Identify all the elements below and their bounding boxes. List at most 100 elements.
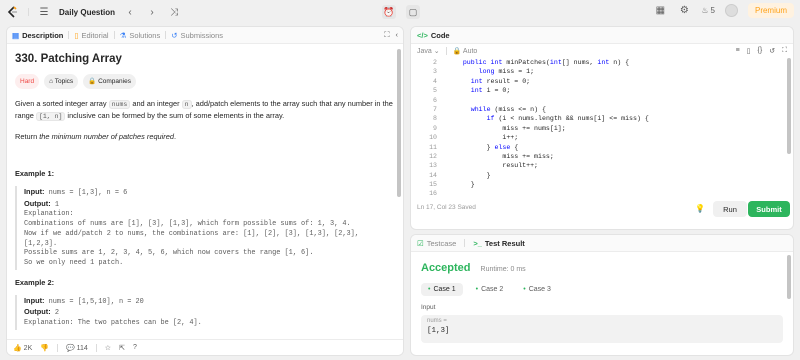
topics-button[interactable]: ⌂ Topics [44, 74, 79, 89]
problem-description: 330. Patching Array Hard ⌂ Topics 🔒 Comp… [7, 44, 403, 330]
code-header-title: Code [430, 30, 450, 40]
problem-tags: Hard ⌂ Topics 🔒 Companies [15, 74, 395, 89]
result-scrollbar[interactable] [787, 255, 791, 299]
line-number: 3 [433, 68, 437, 76]
help-icon[interactable]: ? [133, 344, 137, 351]
tab-test-result[interactable]: >_ Test Result [473, 239, 524, 248]
chevron-down-icon: ⌄ [433, 48, 440, 55]
pass-dot-icon: • [475, 286, 479, 293]
line-number: 2 [433, 59, 437, 66]
tab-submissions[interactable]: ↺ Submissions [171, 31, 223, 40]
problem-list-icon[interactable]: ☰ [37, 5, 51, 19]
line-number: 11 [429, 143, 437, 151]
shuffle-icon[interactable]: ⤨ [167, 5, 181, 19]
result-panel: ☑ Testcase >_ Test Result Accepted Runti… [410, 234, 794, 356]
maximize-icon[interactable]: ⛶ [782, 47, 787, 55]
book-icon: ▯ [74, 30, 79, 40]
line-number: 15 [429, 181, 437, 189]
daily-question-title[interactable]: Daily Question [59, 8, 115, 17]
language-select[interactable]: Java ⌄ [417, 47, 440, 55]
streak-counter[interactable]: ♨ 5 [701, 6, 715, 15]
line-number: 14 [429, 171, 437, 179]
tab-testcase[interactable]: ☑ Testcase [417, 239, 456, 248]
code-line[interactable]: miss += miss; [447, 152, 649, 161]
premium-button[interactable]: Premium [747, 3, 794, 18]
tab-solutions[interactable]: ⚗ Solutions [120, 31, 161, 40]
avatar[interactable] [724, 4, 738, 17]
checkbox-icon: ☑ [417, 238, 424, 248]
alarm-clock-icon[interactable]: ⏰ [382, 5, 396, 19]
line-number: 4 [433, 77, 437, 85]
code-line[interactable] [447, 189, 649, 198]
companies-button[interactable]: 🔒 Companies [83, 74, 136, 89]
code-lines[interactable]: public int minPatches(int[] nums, int n)… [447, 58, 649, 198]
favorite-star-icon[interactable]: ☆ [105, 344, 111, 352]
top-bar-right: ▦ ⚙ ♨ 5 Premium [653, 3, 794, 18]
code-line[interactable]: miss += nums[i]; [447, 124, 649, 133]
comments-button[interactable]: 💬 114 [66, 344, 88, 352]
maximize-icon[interactable]: ⛶ [384, 30, 389, 40]
verdict-row: Accepted Runtime: 0 ms [411, 252, 793, 274]
pass-dot-icon: • [428, 286, 431, 293]
code-line[interactable]: int result = 0; [447, 77, 649, 86]
input-value-box: nums = [1,3] [421, 315, 783, 343]
line-numbers: 2 3 4 5 6 7 8 9 10 11 12 13 14 15 16 [411, 58, 437, 198]
top-bar: ☰ Daily Question ‹ › ⤨ ⏰ ▢ ▦ ⚙ ♨ 5 Premi… [0, 0, 800, 24]
auto-mode-toggle[interactable]: 🔒 Auto [453, 47, 478, 55]
tab-editorial[interactable]: ▯ Editorial [74, 31, 108, 40]
code-line[interactable]: if (i < nums.length && nums[i] <= miss) … [447, 114, 649, 123]
top-bar-left: ☰ Daily Question ‹ › ⤨ [6, 5, 181, 19]
divider [445, 47, 447, 55]
chevron-right-icon[interactable]: › [145, 5, 159, 19]
case-tab-2[interactable]: • Case 2 [469, 283, 511, 296]
braces-icon[interactable]: {} [758, 47, 763, 55]
divider [165, 31, 167, 39]
line-number: 7 [433, 105, 437, 113]
run-button[interactable]: Run [713, 201, 747, 217]
example-2-box: Input: nums = [1,5,10], n = 20 Output: 2… [15, 294, 395, 330]
share-icon[interactable]: ⇱ [119, 344, 125, 352]
code-line[interactable]: result++; [447, 161, 649, 170]
case-tab-1[interactable]: • Case 1 [421, 283, 463, 296]
code-line[interactable]: } [447, 171, 649, 180]
note-icon[interactable]: ▢ [406, 5, 420, 19]
divider [56, 343, 58, 352]
code-line[interactable]: int i = 0; [447, 86, 649, 95]
code-line[interactable]: while (miss <= n) { [447, 105, 649, 114]
leetcode-logo-icon[interactable] [6, 5, 20, 19]
submit-button[interactable]: Submit [748, 201, 790, 217]
code-editor[interactable]: 2 3 4 5 6 7 8 9 10 11 12 13 14 15 16 public int minPat… [411, 58, 793, 198]
case-tab-3[interactable]: • Case 3 [516, 283, 558, 296]
example-1-box: Input: nums = [1,3], n = 6 Output: 1 Exp… [15, 186, 395, 270]
layout-grid-icon[interactable]: ▦ [653, 4, 667, 18]
code-line[interactable] [447, 96, 649, 105]
code-line[interactable]: public int minPatches(int[] nums, int n)… [447, 58, 649, 67]
bookmark-icon[interactable]: ▯ [747, 47, 751, 55]
problem-title: 330. Patching Array [15, 53, 122, 65]
thumbs-up-icon: 👍 [13, 344, 22, 352]
editor-scrollbar[interactable] [787, 58, 791, 154]
line-number: 8 [433, 115, 437, 123]
code-line[interactable]: i++; [447, 133, 649, 142]
line-number: 16 [429, 190, 437, 198]
tab-description[interactable]: ▤ Description [12, 31, 63, 40]
description-scrollbar[interactable] [397, 49, 401, 197]
verdict-text: Accepted [421, 262, 471, 274]
top-bar-center: ⏰ ▢ [382, 5, 420, 19]
collapse-icon[interactable]: ‹ [396, 30, 399, 40]
dislike-button[interactable]: 👎 [40, 344, 49, 352]
format-icon[interactable]: ≡ [736, 47, 740, 55]
description-footer: 👍 2K 👎 💬 114 ☆ ⇱ ? [7, 339, 403, 355]
lightbulb-icon[interactable]: 💡 [695, 204, 705, 213]
line-number: 10 [429, 134, 437, 142]
history-icon: ↺ [171, 30, 178, 40]
code-line[interactable]: } else { [447, 143, 649, 152]
code-line[interactable]: long miss = 1; [447, 67, 649, 76]
pass-dot-icon: • [523, 286, 526, 293]
chevron-left-icon[interactable]: ‹ [123, 5, 137, 19]
code-line[interactable]: } [447, 180, 649, 189]
reset-icon[interactable]: ↺ [769, 47, 775, 55]
gear-icon[interactable]: ⚙ [677, 4, 691, 18]
terminal-icon: >_ [473, 238, 482, 248]
like-button[interactable]: 👍 2K [13, 344, 32, 352]
